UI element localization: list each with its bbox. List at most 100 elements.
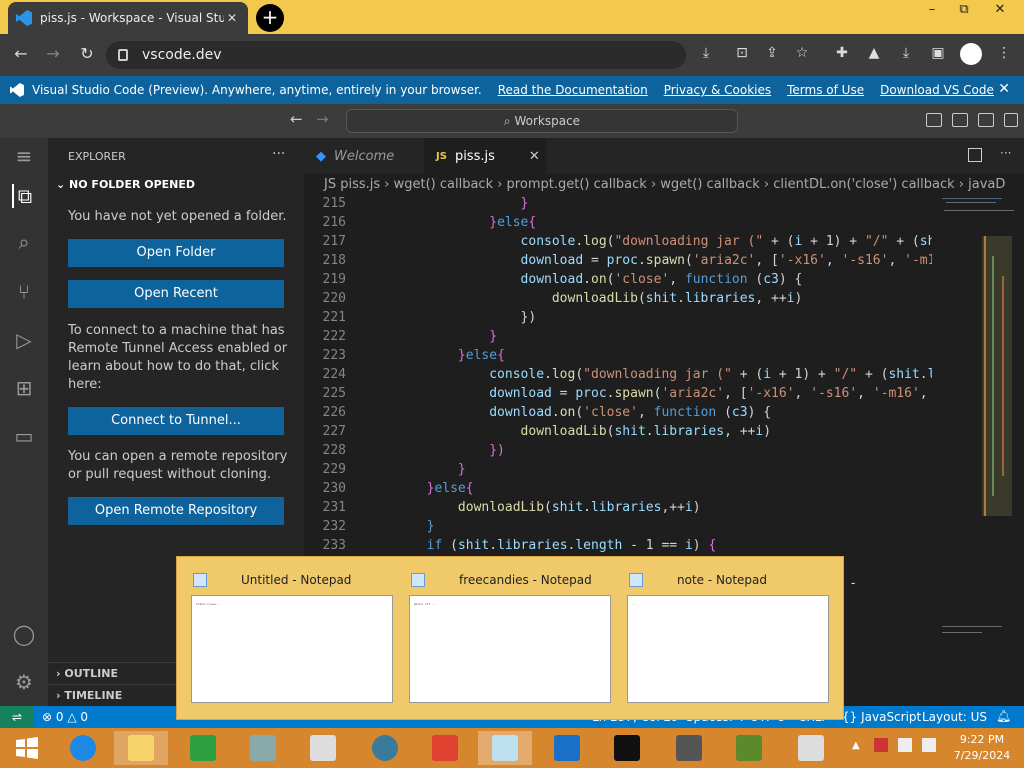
keyboard-layout[interactable]: Layout: US bbox=[922, 710, 987, 724]
search-icon[interactable]: ⌕ bbox=[12, 230, 36, 254]
download-link[interactable]: Download VS Code bbox=[880, 83, 994, 97]
open-recent-button[interactable]: Open Recent bbox=[68, 280, 284, 308]
outline-label: OUTLINE bbox=[64, 667, 118, 680]
language-label: JavaScript bbox=[861, 710, 922, 724]
code-line: downloadLib(shit.libraries, ++i) bbox=[520, 424, 772, 439]
toggle-sidebar-icon[interactable] bbox=[926, 113, 942, 127]
editor-more-icon[interactable]: ··· bbox=[1000, 146, 1011, 160]
command-center[interactable]: ⌕ Workspace bbox=[346, 109, 738, 133]
store-icon bbox=[190, 735, 216, 761]
profile-avatar[interactable] bbox=[960, 43, 982, 65]
breadcrumb[interactable]: JS piss.js › wget() callback › prompt.ge… bbox=[304, 174, 1024, 196]
explorer-icon[interactable]: ⧉ bbox=[12, 184, 36, 208]
tray-flag-icon[interactable] bbox=[874, 738, 888, 752]
restore-button[interactable]: ⧉ bbox=[948, 0, 980, 20]
tab-welcome[interactable]: ◆ Welcome bbox=[304, 138, 422, 174]
line-number: 223 bbox=[322, 348, 346, 363]
translate-icon[interactable]: ⊡ bbox=[732, 45, 752, 61]
taskbar-app[interactable] bbox=[296, 731, 350, 765]
download-icon[interactable]: ⤓ bbox=[896, 45, 916, 61]
clock-time: 9:22 PM bbox=[959, 733, 1005, 746]
labs-icon[interactable]: ▲ bbox=[864, 45, 884, 61]
line-number: 233 bbox=[322, 538, 346, 553]
line-number: 217 bbox=[322, 234, 346, 249]
remote-indicator-icon[interactable]: ⇌ bbox=[0, 706, 34, 728]
terms-link[interactable]: Terms of Use bbox=[787, 83, 864, 97]
sidebar-more-icon[interactable]: ··· bbox=[272, 146, 285, 162]
taskbar-app[interactable] bbox=[236, 731, 290, 765]
banner-close-icon[interactable]: ✕ bbox=[998, 81, 1010, 97]
minimize-button[interactable]: – bbox=[916, 0, 948, 20]
privacy-link[interactable]: Privacy & Cookies bbox=[664, 83, 771, 97]
taskbar-chrome[interactable] bbox=[358, 731, 412, 765]
line-number: 218 bbox=[322, 253, 346, 268]
split-editor-icon[interactable] bbox=[968, 148, 982, 162]
minimap[interactable] bbox=[932, 196, 1024, 706]
line-number: 229 bbox=[322, 462, 346, 477]
bookmark-star-icon[interactable]: ☆ bbox=[792, 45, 812, 61]
manage-gear-icon[interactable]: ⚙ bbox=[12, 670, 36, 694]
accounts-icon[interactable]: ◯ bbox=[12, 622, 36, 646]
customize-layout-icon[interactable] bbox=[1004, 113, 1018, 127]
toggle-secondary-sidebar-icon[interactable] bbox=[978, 113, 994, 127]
menu-icon[interactable]: ≡ bbox=[12, 144, 36, 168]
notepad-thumbnail[interactable]: Untitled - Notepad https://www... bbox=[177, 557, 393, 717]
lock-icon bbox=[118, 49, 128, 61]
url-input[interactable]: vscode.dev bbox=[106, 41, 686, 69]
extensions-view-icon[interactable]: ⊞ bbox=[12, 376, 36, 400]
tray-chevron-icon[interactable]: ▲ bbox=[852, 740, 860, 751]
taskbar-store[interactable] bbox=[176, 731, 230, 765]
remote-explorer-icon[interactable]: ▭ bbox=[12, 424, 36, 448]
language-mode[interactable]: {} JavaScript bbox=[842, 710, 921, 724]
browser-tab[interactable]: piss.js - Workspace - Visual Studi ✕ bbox=[8, 2, 248, 34]
app-icon bbox=[310, 735, 336, 761]
problems-indicator[interactable]: ⊗ 0 △ 0 bbox=[42, 710, 88, 724]
notepad-thumbnail[interactable]: freecandies - Notepad @echo off ... bbox=[395, 557, 611, 717]
chrome-menu-icon[interactable]: ⋮ bbox=[994, 45, 1014, 61]
notifications-bell-icon[interactable]: 🔔︎ bbox=[996, 709, 1011, 723]
tab-piss-js[interactable]: JS piss.js ✕ bbox=[424, 138, 546, 174]
taskbar-thumbnail-popup: Untitled - Notepad https://www... freeca… bbox=[176, 556, 844, 720]
windows-taskbar: ▲ 9:22 PM 7/29/2024 bbox=[0, 728, 1024, 768]
new-tab-button[interactable]: + bbox=[256, 4, 284, 32]
notepad-thumbnail[interactable]: note - Notepad ... bbox=[613, 557, 829, 717]
taskbar-minecraft-launcher[interactable] bbox=[662, 731, 716, 765]
taskbar-ie[interactable] bbox=[56, 731, 110, 765]
taskbar-app[interactable] bbox=[784, 731, 838, 765]
no-folder-section-header[interactable]: ⌄ NO FOLDER OPENED bbox=[56, 178, 195, 191]
open-folder-button[interactable]: Open Folder bbox=[68, 239, 284, 267]
preview-banner: Visual Studio Code (Preview). Anywhere, … bbox=[0, 76, 1024, 104]
tray-volume-icon[interactable] bbox=[922, 738, 936, 752]
extensions-icon[interactable]: ✚ bbox=[832, 45, 852, 61]
taskbar-cmd[interactable] bbox=[600, 731, 654, 765]
tray-network-icon[interactable] bbox=[898, 738, 912, 752]
back-arrow-icon[interactable]: ← bbox=[10, 44, 32, 63]
forward-arrow-icon[interactable]: → bbox=[42, 44, 64, 63]
go-forward-icon[interactable]: → bbox=[316, 110, 329, 128]
command-center-label: Workspace bbox=[514, 114, 581, 128]
source-control-icon[interactable]: ⑂ bbox=[12, 280, 36, 304]
banner-text: Visual Studio Code (Preview). Anywhere, … bbox=[32, 83, 482, 97]
connect-tunnel-button[interactable]: Connect to Tunnel... bbox=[68, 407, 284, 435]
open-remote-button[interactable]: Open Remote Repository bbox=[68, 497, 284, 525]
taskbar-explorer[interactable] bbox=[114, 731, 168, 765]
taskbar-notepad[interactable] bbox=[478, 731, 532, 765]
sidepanel-icon[interactable]: ▣ bbox=[928, 45, 948, 61]
taskbar-app[interactable] bbox=[418, 731, 472, 765]
docs-link[interactable]: Read the Documentation bbox=[498, 83, 648, 97]
reload-icon[interactable]: ↻ bbox=[76, 44, 98, 63]
start-button[interactable] bbox=[0, 731, 54, 765]
toggle-panel-icon[interactable] bbox=[952, 113, 968, 127]
close-editor-icon[interactable]: ✕ bbox=[529, 149, 540, 164]
clock-date: 7/29/2024 bbox=[953, 749, 1011, 762]
taskbar-defender[interactable] bbox=[540, 731, 594, 765]
share-icon[interactable]: ⇪ bbox=[762, 45, 782, 61]
taskbar-minecraft[interactable] bbox=[722, 731, 776, 765]
run-debug-icon[interactable]: ▷ bbox=[12, 328, 36, 352]
close-tab-icon[interactable]: ✕ bbox=[224, 11, 240, 25]
code-line: download.on('close', function (c3) { bbox=[489, 405, 772, 420]
go-back-icon[interactable]: ← bbox=[290, 110, 303, 128]
install-app-icon[interactable]: ⤓ bbox=[696, 45, 716, 61]
taskbar-clock[interactable]: 9:22 PM 7/29/2024 bbox=[950, 732, 1014, 764]
close-window-button[interactable]: ✕ bbox=[984, 0, 1016, 20]
